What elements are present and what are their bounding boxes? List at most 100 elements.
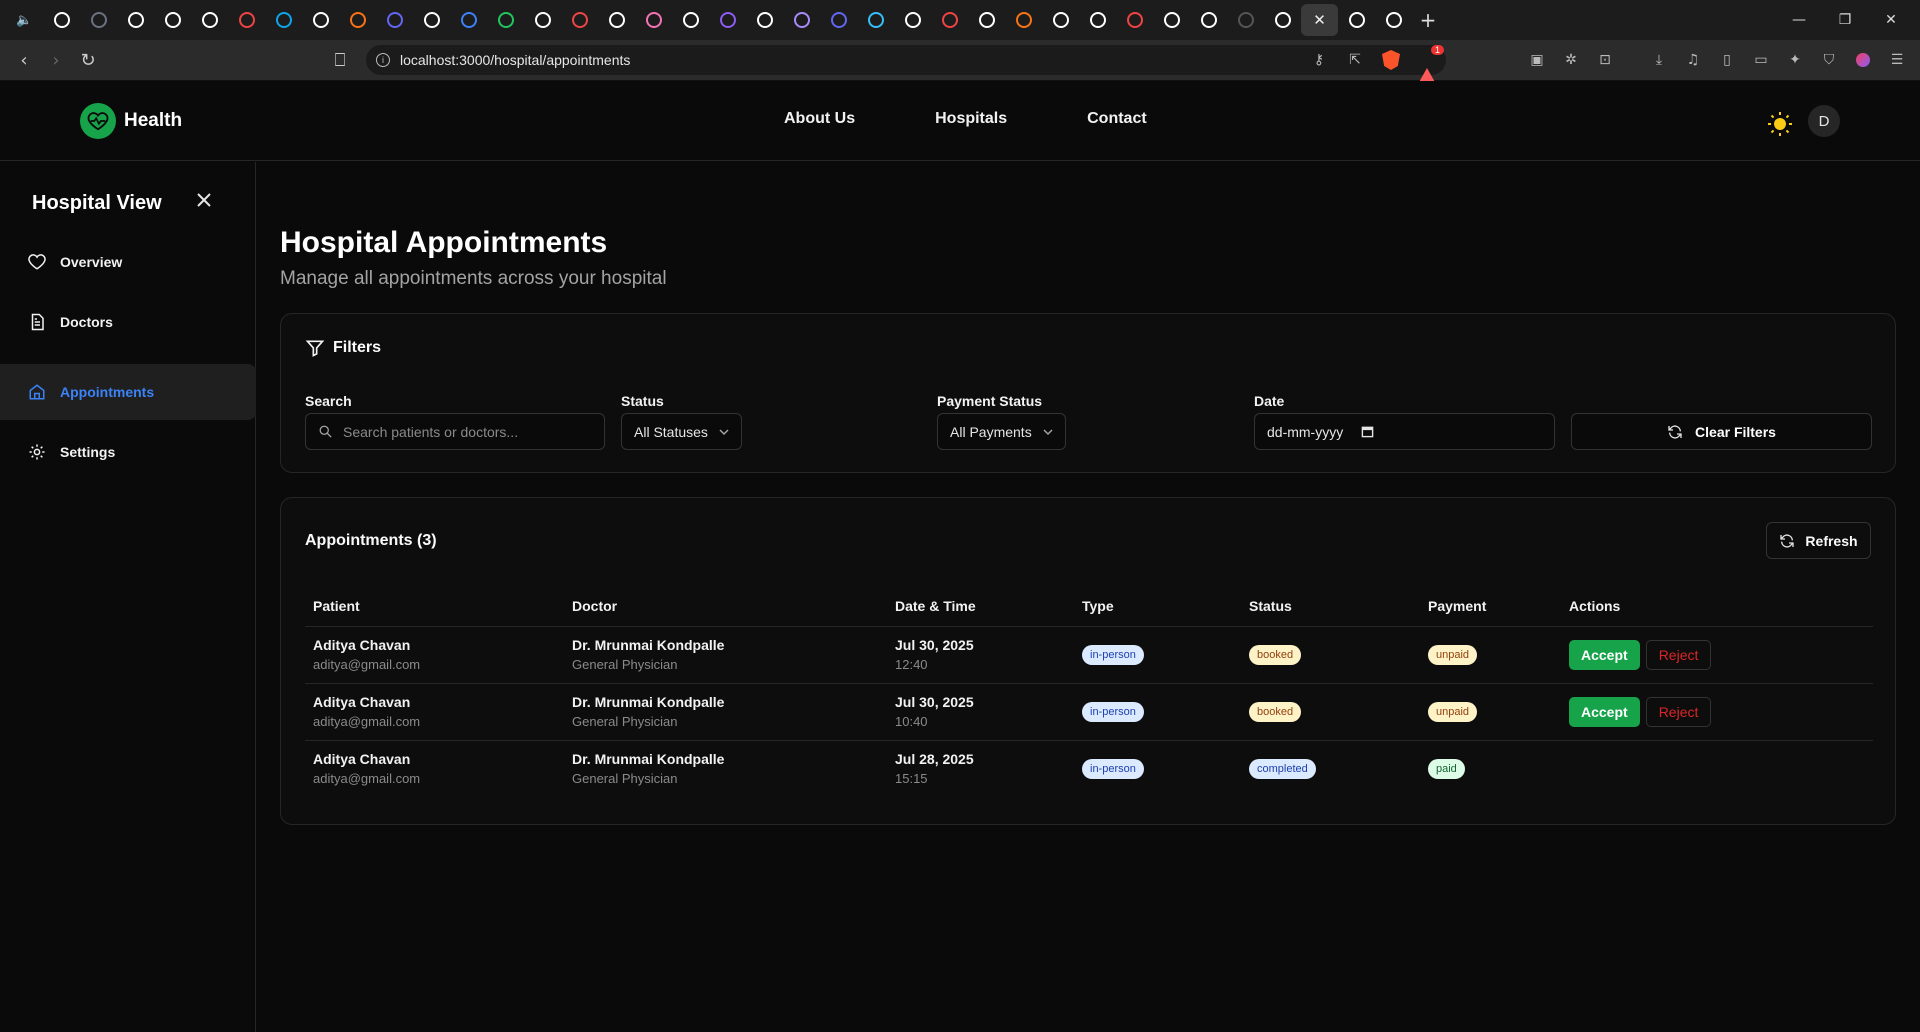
sidebar-item-overview[interactable]: Overview bbox=[0, 234, 256, 290]
browser-tab[interactable] bbox=[228, 4, 265, 36]
active-tab[interactable]: ✕ bbox=[1301, 4, 1338, 36]
forward-icon[interactable]: › bbox=[40, 44, 72, 76]
download-icon[interactable]: ⤓ bbox=[1650, 51, 1668, 69]
search-input[interactable] bbox=[343, 423, 573, 440]
menu-icon[interactable]: ☰ bbox=[1888, 51, 1906, 69]
table-row: Aditya Chavan aditya@gmail.com Dr. Mrunmai… bbox=[305, 626, 1873, 684]
nav-contact[interactable]: Contact bbox=[1087, 110, 1147, 128]
browser-tab[interactable] bbox=[1153, 4, 1190, 36]
leo-icon[interactable] bbox=[1854, 51, 1872, 69]
date-input[interactable]: dd-mm-yyyy bbox=[1254, 413, 1555, 450]
browser-tab[interactable] bbox=[783, 4, 820, 36]
browser-tab[interactable] bbox=[1042, 4, 1079, 36]
reload-icon[interactable]: ↻ bbox=[72, 44, 104, 76]
accept-button[interactable]: Accept bbox=[1569, 639, 1640, 670]
minimize-icon[interactable]: — bbox=[1776, 0, 1822, 40]
browser-tab[interactable] bbox=[487, 4, 524, 36]
theme-toggle-sun-icon[interactable] bbox=[1767, 111, 1793, 137]
browser-tab[interactable] bbox=[820, 4, 857, 36]
reject-button[interactable]: Reject bbox=[1645, 696, 1712, 727]
browser-tab[interactable] bbox=[1227, 4, 1264, 36]
wallet-icon[interactable]: ▭ bbox=[1752, 51, 1770, 69]
brave-rewards-icon[interactable]: 1 bbox=[1418, 45, 1444, 84]
browser-tab[interactable] bbox=[154, 4, 191, 36]
status-badge: completed bbox=[1249, 758, 1316, 779]
reject-button[interactable]: Reject bbox=[1645, 639, 1712, 670]
browser-tab[interactable] bbox=[1116, 4, 1153, 36]
browser-tab[interactable] bbox=[1375, 4, 1412, 36]
browser-tab[interactable] bbox=[265, 4, 302, 36]
browser-tab[interactable] bbox=[117, 4, 154, 36]
browser-tab[interactable] bbox=[1338, 4, 1375, 36]
accept-button[interactable]: Accept bbox=[1569, 696, 1640, 727]
browser-tab[interactable] bbox=[413, 4, 450, 36]
audio-icon[interactable]: 🔈 bbox=[6, 4, 43, 36]
new-tab-button[interactable]: + bbox=[1412, 4, 1444, 36]
tab-favicon-icon bbox=[90, 12, 107, 28]
browser-tab[interactable] bbox=[43, 4, 80, 36]
tab-favicon-icon bbox=[423, 12, 440, 28]
browser-toolbar: ‹ › ↻ ⎕ i localhost:3000/hospital/appoin… bbox=[0, 40, 1920, 84]
status-select[interactable]: All Statuses bbox=[621, 413, 742, 450]
share-icon[interactable]: ⇱ bbox=[1346, 51, 1364, 69]
address-bar[interactable]: i localhost:3000/hospital/appointments ⚷… bbox=[366, 45, 1446, 84]
site-info-icon[interactable]: i bbox=[376, 53, 390, 67]
restore-icon[interactable]: ❐ bbox=[1822, 0, 1868, 40]
screenshot-icon[interactable]: ⊡ bbox=[1596, 51, 1614, 69]
status-select-value: All Statuses bbox=[634, 423, 708, 440]
appointment-time: 15:15 bbox=[895, 771, 928, 787]
close-tab-icon[interactable]: ✕ bbox=[1313, 11, 1326, 29]
browser-tab[interactable] bbox=[672, 4, 709, 36]
browser-tab[interactable] bbox=[931, 4, 968, 36]
sidebar-item-appointments[interactable]: Appointments bbox=[0, 364, 256, 420]
browser-tab[interactable] bbox=[1190, 4, 1227, 36]
browser-tab[interactable] bbox=[376, 4, 413, 36]
browser-tab[interactable] bbox=[857, 4, 894, 36]
tab-favicon-icon bbox=[645, 12, 662, 28]
refresh-button[interactable]: Refresh bbox=[1766, 522, 1871, 559]
browser-tab[interactable] bbox=[339, 4, 376, 36]
browser-tab[interactable] bbox=[1264, 4, 1301, 36]
tab-favicon-icon bbox=[201, 12, 218, 28]
user-avatar[interactable]: D bbox=[1808, 105, 1840, 137]
search-label: Search bbox=[305, 393, 352, 409]
browser-tab[interactable] bbox=[968, 4, 1005, 36]
key-icon[interactable]: ⚷ bbox=[1310, 51, 1328, 69]
browser-tab[interactable] bbox=[191, 4, 228, 36]
browser-tab[interactable] bbox=[1079, 4, 1116, 36]
browser-tab[interactable] bbox=[746, 4, 783, 36]
brand-link[interactable]: Health bbox=[80, 103, 182, 139]
browser-tab[interactable] bbox=[709, 4, 746, 36]
music-icon[interactable]: ♫ bbox=[1684, 51, 1702, 69]
back-icon[interactable]: ‹ bbox=[8, 44, 40, 76]
browser-tab[interactable] bbox=[635, 4, 672, 36]
browser-tab[interactable] bbox=[561, 4, 598, 36]
close-sidebar-icon[interactable] bbox=[192, 188, 216, 212]
browser-tab[interactable] bbox=[524, 4, 561, 36]
nav-about-us[interactable]: About Us bbox=[784, 110, 855, 128]
browser-tab[interactable] bbox=[450, 4, 487, 36]
search-field[interactable] bbox=[305, 413, 605, 450]
browser-tab[interactable] bbox=[80, 4, 117, 36]
close-window-icon[interactable]: ✕ bbox=[1868, 0, 1914, 40]
bookmark-icon[interactable]: ⎕ bbox=[324, 44, 356, 76]
puzzle-icon[interactable]: ✲ bbox=[1562, 51, 1580, 69]
browser-tab[interactable] bbox=[302, 4, 339, 36]
payment-status-select[interactable]: All Payments bbox=[937, 413, 1066, 450]
sidebar-item-doctors[interactable]: Doctors bbox=[0, 294, 256, 350]
brave-shields-icon[interactable] bbox=[1382, 50, 1400, 70]
calendar-icon[interactable] bbox=[1361, 425, 1374, 438]
clear-filters-button[interactable]: Clear Filters bbox=[1571, 413, 1872, 450]
image-icon[interactable]: ▣ bbox=[1528, 51, 1546, 69]
nav-hospitals[interactable]: Hospitals bbox=[935, 110, 1007, 128]
sidebar-toggle-icon[interactable]: ▯ bbox=[1718, 51, 1736, 69]
appointments-heading: Appointments (3) bbox=[305, 532, 437, 549]
vpn-icon[interactable]: ⛉ bbox=[1820, 51, 1838, 69]
browser-tab[interactable] bbox=[894, 4, 931, 36]
browser-tab[interactable] bbox=[1005, 4, 1042, 36]
payment-cell: unpaid bbox=[1420, 626, 1561, 684]
browser-tab[interactable] bbox=[598, 4, 635, 36]
home-icon bbox=[29, 384, 45, 400]
sidebar-item-settings[interactable]: Settings bbox=[0, 424, 256, 480]
sparkle-icon[interactable]: ✦ bbox=[1786, 51, 1804, 69]
